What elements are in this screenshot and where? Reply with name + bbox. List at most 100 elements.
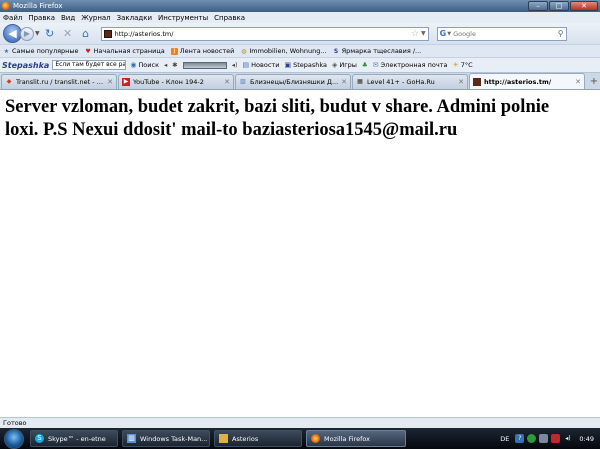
bookmark-label: Лента новостей: [179, 47, 235, 55]
security-tray-icon[interactable]: [551, 434, 561, 443]
url-bar[interactable]: http://asterios.tm/ ☆ ▼: [100, 26, 429, 41]
skype-tray-icon[interactable]: [527, 434, 537, 443]
envelope-icon: ✉: [372, 61, 379, 69]
tab-close-icon[interactable]: ✕: [224, 78, 230, 86]
menu-bookmarks[interactable]: Закладки: [117, 14, 152, 22]
stepashka-games-button[interactable]: ◈ Игры: [332, 61, 357, 69]
taskbar-firefox[interactable]: Mozilla Firefox: [306, 430, 406, 447]
bookmark-star-icon[interactable]: ☆: [411, 29, 419, 39]
volume-slider[interactable]: [182, 61, 227, 69]
taskbar-skype[interactable]: S Skype™ - en-etne: [30, 430, 118, 447]
forward-button[interactable]: ▶: [20, 26, 34, 41]
close-button[interactable]: ✕: [570, 1, 598, 11]
weather-sun-icon: ☀: [452, 61, 459, 69]
tab-close-icon[interactable]: ✕: [458, 78, 464, 86]
tab-asterios[interactable]: http://asterios.tm/ ✕: [469, 73, 585, 89]
speaker-icon[interactable]: ◂): [232, 61, 238, 69]
stepashka-toolbar: Stepashka Если там будет все pat ◉ Поиск…: [0, 57, 600, 72]
menu-view[interactable]: Вид: [61, 14, 75, 22]
tab-label: Level 41+ - GoHa.Ru: [367, 78, 435, 86]
firefox-icon: [2, 2, 10, 10]
start-button[interactable]: [4, 428, 24, 449]
menu-edit[interactable]: Правка: [28, 14, 55, 22]
search-engine-icon[interactable]: G: [440, 29, 447, 38]
asterios-favicon-icon: [473, 77, 481, 86]
menu-help[interactable]: Справка: [214, 14, 245, 22]
stepashka-email-label: Электронная почта: [380, 61, 448, 69]
search-engine-dropdown-icon[interactable]: ▼: [447, 31, 451, 37]
star-folder-icon: ★: [3, 47, 10, 55]
menu-bar: Файл Правка Вид Журнал Закладки Инструме…: [0, 12, 600, 23]
stepashka-search-input[interactable]: Если там будет все pat: [52, 60, 127, 70]
stepashka-link-button[interactable]: ▣ Stepashka: [284, 61, 327, 69]
tab-twins[interactable]: ▧ Близнецы/Близняшки Д... ✕: [235, 74, 351, 89]
history-dropdown-icon[interactable]: ▼: [35, 30, 40, 37]
bookmark-label: Самые популярные: [12, 47, 79, 55]
stepashka-news-label: Новости: [251, 61, 280, 69]
windows-taskbar: S Skype™ - en-etne ▥ Windows Task-Man...…: [0, 428, 600, 449]
plant-icon[interactable]: ♣: [362, 61, 368, 69]
skype-icon: S: [35, 434, 44, 443]
bookmark-immobilien[interactable]: ◍ Immobilien, Wohnung...: [240, 47, 326, 55]
search-globe-icon: ◉: [130, 61, 137, 69]
title-bar: Mozilla Firefox – □ ✕: [0, 0, 600, 12]
tab-close-icon[interactable]: ✕: [341, 78, 347, 86]
speaker-tray-icon[interactable]: ◂): [563, 434, 572, 443]
taskbar-task-manager[interactable]: ▥ Windows Task-Man...: [122, 430, 210, 447]
bookmark-start-page[interactable]: ♥ Начальная страница: [85, 47, 165, 55]
home-icon[interactable]: ⌂: [79, 27, 93, 41]
bug-icon[interactable]: ✱: [172, 61, 177, 69]
url-dropdown-icon[interactable]: ▼: [421, 30, 426, 37]
maximize-button[interactable]: □: [549, 1, 569, 11]
clock[interactable]: 0:49: [579, 435, 594, 443]
search-icon[interactable]: ⚲: [558, 29, 564, 38]
site-favicon: [103, 29, 112, 38]
bookmark-vanity-fair[interactable]: S Ярмарка тщеславия /...: [333, 47, 422, 55]
stepashka-email-button[interactable]: ✉ Электронная почта: [373, 61, 448, 69]
new-tab-button[interactable]: +: [588, 75, 600, 89]
network-tray-icon[interactable]: [539, 434, 549, 443]
task-label: Skype™ - en-etne: [48, 434, 106, 443]
menu-tools[interactable]: Инструменты: [158, 14, 208, 22]
menu-history[interactable]: Журнал: [81, 14, 110, 22]
status-bar: Готово: [0, 417, 600, 428]
stepashka-search-button[interactable]: ◉ Поиск: [130, 61, 159, 69]
tab-youtube[interactable]: ▶ YouTube - Клон 194-2 ✕: [118, 74, 234, 89]
tab-label: YouTube - Клон 194-2: [133, 78, 204, 86]
task-manager-icon: ▥: [127, 434, 136, 443]
url-text[interactable]: http://asterios.tm/: [115, 30, 411, 38]
menu-file[interactable]: Файл: [3, 14, 22, 22]
tab-close-icon[interactable]: ✕: [575, 78, 581, 86]
tab-close-icon[interactable]: ✕: [107, 78, 113, 86]
bookmark-label: Начальная страница: [93, 47, 165, 55]
navigation-toolbar: ◀ ▶ ▼ ↻ ✕ ⌂ http://asterios.tm/ ☆ ▼ G ▼ …: [0, 23, 600, 44]
weather-widget[interactable]: ☀ 7°C: [452, 61, 472, 69]
stepashka-news-button[interactable]: ▤ Новости: [243, 61, 280, 69]
bookmark-label: Ярмарка тщеславия /...: [341, 47, 422, 55]
youtube-favicon-icon: ▶: [122, 78, 130, 86]
tab-label: http://asterios.tm/: [484, 77, 552, 86]
temperature-label: 7°C: [460, 61, 473, 69]
help-tray-icon[interactable]: ?: [515, 434, 525, 443]
goha-favicon-icon: ▦: [357, 78, 363, 85]
tab-translit[interactable]: ◆ Translit.ru / translit.net - т... ✕: [1, 74, 117, 89]
page-message: Server vzloman, budet zakrit, bazi sliti…: [5, 97, 550, 140]
tab-goha[interactable]: ▦ Level 41+ - GoHa.Ru ✕: [352, 74, 468, 89]
news-icon: ▤: [242, 61, 250, 69]
scroll-left-icon[interactable]: ◂: [164, 61, 167, 69]
translit-favicon-icon: ◆: [6, 78, 12, 85]
stop-icon[interactable]: ✕: [61, 27, 75, 41]
bookmark-news-feed[interactable]: ) Лента новостей: [170, 47, 235, 55]
taskbar-asterios[interactable]: Asterios: [214, 430, 302, 447]
reload-icon[interactable]: ↻: [43, 27, 57, 41]
search-input[interactable]: [453, 29, 558, 38]
stepashka-games-label: Игры: [339, 61, 357, 69]
tab-strip: ◆ Translit.ru / translit.net - т... ✕ ▶ …: [0, 72, 600, 90]
language-indicator[interactable]: DE: [500, 435, 509, 443]
bookmark-label: Immobilien, Wohnung...: [249, 47, 327, 55]
minimize-button[interactable]: –: [528, 1, 548, 11]
bookmark-most-visited[interactable]: ★ Самые популярные: [3, 47, 79, 55]
search-bar[interactable]: G ▼ ⚲: [436, 26, 567, 41]
tab-label: Близнецы/Близняшки Д...: [250, 78, 339, 86]
stepashka-logo[interactable]: Stepashka: [2, 61, 49, 70]
